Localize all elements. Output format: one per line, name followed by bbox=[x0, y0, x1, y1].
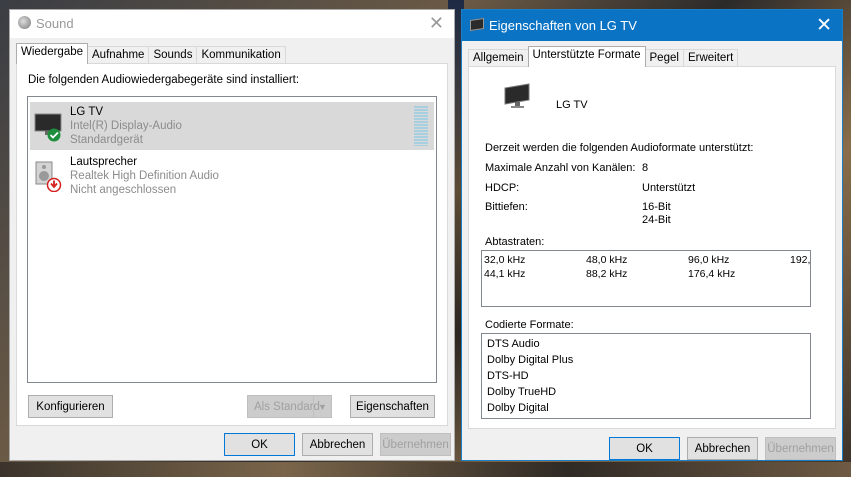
device-status: Standardgerät bbox=[70, 134, 143, 146]
apply-button[interactable]: Übernehmen bbox=[765, 437, 836, 460]
close-icon[interactable]: ✕ bbox=[429, 13, 444, 34]
sample-rate: 48,0 kHz bbox=[586, 254, 628, 266]
apply-button[interactable]: Übernehmen bbox=[380, 433, 451, 456]
sound-window-title: Sound bbox=[36, 16, 74, 31]
chevron-down-icon[interactable]: ▼ bbox=[313, 396, 331, 417]
device-driver: Intel(R) Display-Audio bbox=[70, 120, 182, 132]
volume-level-meter bbox=[414, 106, 428, 146]
tab-pegel[interactable]: Pegel bbox=[644, 49, 684, 67]
tab-kommunikation[interactable]: Kommunikation bbox=[196, 46, 286, 64]
ok-button[interactable]: OK bbox=[224, 433, 295, 456]
playback-device-list[interactable]: LG TV Intel(R) Display-Audio Standardger… bbox=[27, 96, 437, 383]
sample-rate: 96,0 kHz bbox=[688, 254, 730, 266]
device-status: Nicht angeschlossen bbox=[70, 184, 177, 196]
hdcp-label: HDCP: bbox=[485, 182, 520, 194]
list-item: Dolby TrueHD bbox=[487, 386, 557, 398]
bit-depth-value-2: 24-Bit bbox=[642, 214, 671, 226]
tab-erweitert[interactable]: Erweitert bbox=[682, 49, 739, 67]
tab-aufnahme[interactable]: Aufnahme bbox=[87, 46, 150, 64]
device-name: LG TV bbox=[70, 106, 104, 118]
sample-rate: 32,0 kHz bbox=[484, 254, 526, 266]
device-driver: Realtek High Definition Audio bbox=[70, 170, 219, 182]
bit-depth-value-1: 16-Bit bbox=[642, 201, 671, 213]
cancel-button[interactable]: Abbrechen bbox=[302, 433, 373, 456]
list-item: DTS-HD bbox=[487, 370, 529, 382]
list-item: Dolby Digital bbox=[487, 402, 549, 414]
sample-rate: 176,4 kHz bbox=[688, 268, 736, 280]
hdcp-value: Unterstützt bbox=[642, 182, 696, 194]
check-badge-icon bbox=[47, 128, 61, 142]
sample-rate: 44,1 kHz bbox=[484, 268, 526, 280]
sample-rate: 88,2 kHz bbox=[586, 268, 628, 280]
properties-window-title: Eigenschaften von LG TV bbox=[489, 18, 637, 33]
device-list-intro: Die folgenden Audiowiedergabegeräte sind… bbox=[28, 74, 300, 86]
sound-tabs: Wiedergabe Aufnahme Sounds Kommunikation bbox=[16, 43, 286, 64]
sound-titlebar[interactable]: Sound ✕ bbox=[10, 10, 454, 38]
close-icon[interactable]: ✕ bbox=[816, 14, 832, 37]
encoded-formats-label: Codierte Formate: bbox=[485, 319, 574, 331]
monitor-icon bbox=[34, 113, 62, 142]
list-item: Dolby Digital Plus bbox=[487, 354, 574, 366]
max-channels-label: Maximale Anzahl von Kanälen: bbox=[485, 162, 636, 174]
desktop-background-bottom bbox=[0, 462, 851, 477]
sample-rates-list[interactable]: 32,0 kHz 48,0 kHz 96,0 kHz 192,0 44,1 kH… bbox=[481, 250, 811, 307]
max-channels-value: 8 bbox=[642, 162, 649, 174]
sample-rates-label: Abtastraten: bbox=[485, 236, 545, 248]
speaker-app-icon bbox=[18, 16, 31, 29]
encoded-formats-list[interactable]: DTS Audio Dolby Digital Plus DTS-HD Dolb… bbox=[481, 333, 811, 419]
speaker-icon bbox=[35, 161, 62, 192]
tv-device-icon bbox=[504, 83, 530, 108]
tab-wiedergabe[interactable]: Wiedergabe bbox=[16, 43, 89, 64]
device-item-lautsprecher[interactable]: Lautsprecher Realtek High Definition Aud… bbox=[30, 152, 434, 200]
sound-window: Sound ✕ Wiedergabe Aufnahme Sounds Kommu… bbox=[9, 9, 455, 461]
device-item-lg-tv[interactable]: LG TV Intel(R) Display-Audio Standardger… bbox=[30, 102, 434, 150]
properties-button[interactable]: Eigenschaften bbox=[350, 395, 435, 418]
ok-button[interactable]: OK bbox=[609, 437, 680, 460]
sample-rate: 192,0 bbox=[790, 254, 811, 266]
tab-unterstuetzte-formate[interactable]: Unterstützte Formate bbox=[527, 46, 646, 67]
cancel-button[interactable]: Abbrechen bbox=[687, 437, 758, 460]
device-name: Lautsprecher bbox=[70, 156, 138, 168]
monitor-icon bbox=[470, 18, 484, 31]
device-name: LG TV bbox=[556, 99, 588, 111]
properties-tabs: Allgemein Unterstützte Formate Pegel Erw… bbox=[468, 46, 739, 67]
bit-depth-label: Bittiefen: bbox=[485, 201, 528, 213]
set-default-label: Als Standard bbox=[254, 400, 320, 413]
properties-titlebar[interactable]: Eigenschaften von LG TV ✕ bbox=[462, 10, 842, 41]
set-default-button[interactable]: Als Standard ▼ bbox=[247, 395, 332, 418]
configure-button[interactable]: Konfigurieren bbox=[28, 395, 113, 418]
tab-sounds[interactable]: Sounds bbox=[148, 46, 198, 64]
formats-heading: Derzeit werden die folgenden Audioformat… bbox=[485, 142, 754, 154]
list-item: DTS Audio bbox=[487, 338, 540, 350]
properties-window: Eigenschaften von LG TV ✕ Allgemein Unte… bbox=[461, 9, 843, 461]
tab-allgemein[interactable]: Allgemein bbox=[468, 49, 529, 67]
